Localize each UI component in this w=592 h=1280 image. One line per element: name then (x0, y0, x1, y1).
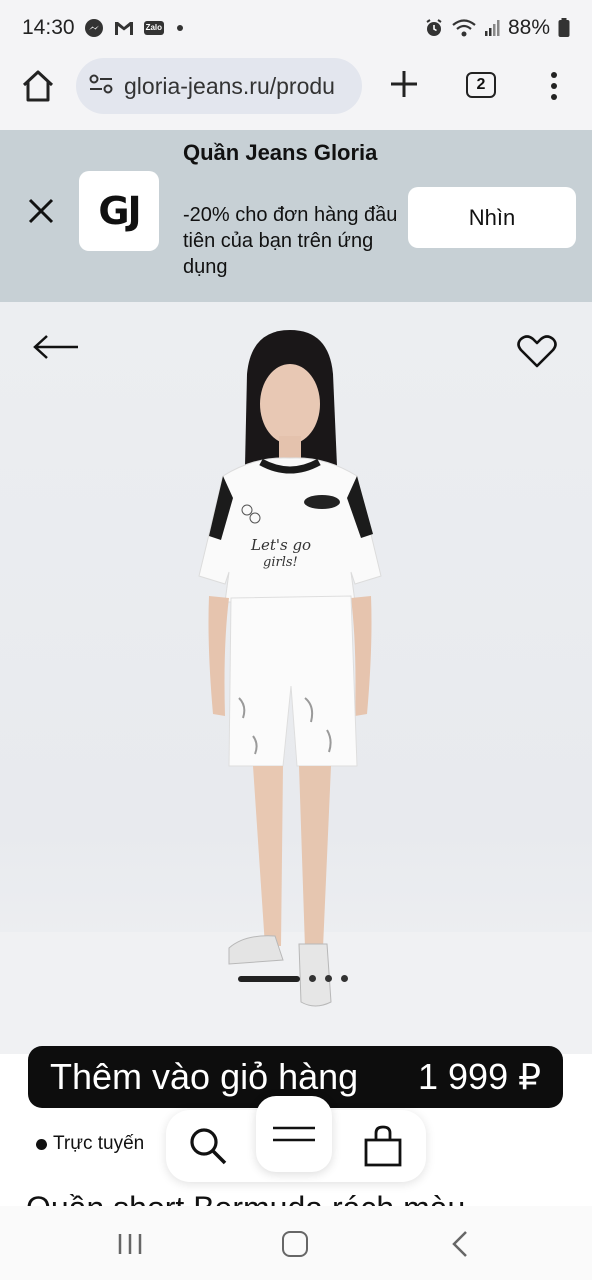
image-pager[interactable] (238, 975, 348, 982)
messenger-icon (84, 18, 104, 38)
bag-icon[interactable] (362, 1124, 404, 1168)
recent-apps-icon[interactable] (116, 1232, 144, 1256)
pager-dot-active[interactable] (238, 975, 300, 982)
menu-icon[interactable] (256, 1096, 332, 1172)
app-install-banner: GJ Quần Jeans Gloria -20% cho đơn hàng đ… (0, 130, 592, 302)
banner-description: -20% cho đơn hàng đầu tiên của bạn trên … (183, 204, 398, 278)
plus-icon[interactable] (386, 66, 422, 102)
system-home-icon[interactable] (282, 1231, 308, 1257)
model-photo: Let's go girls! (198, 330, 382, 1007)
status-right: 88% (424, 16, 570, 40)
banner-title: Quần Jeans Gloria (183, 140, 378, 165)
svg-text:Let's go: Let's go (250, 536, 311, 554)
close-icon[interactable] (24, 194, 58, 228)
more-vert-icon[interactable] (540, 68, 568, 104)
product-image-gallery[interactable]: Let's go girls! (0, 302, 592, 1054)
app-logo: GJ (79, 171, 159, 251)
status-bar: 14:30 Zalo 88% (0, 0, 592, 56)
arrow-left-icon[interactable] (32, 332, 80, 362)
zalo-icon: Zalo (143, 21, 165, 35)
product-price: 1 999 ₽ (418, 1056, 541, 1097)
add-to-cart-label: Thêm vào giỏ hàng (50, 1056, 359, 1097)
status-time: 14:30 (22, 16, 75, 39)
address-bar[interactable]: gloria-jeans.ru/produ (76, 58, 362, 114)
pager-dot[interactable] (309, 975, 316, 982)
open-app-button[interactable]: Nhìn (408, 187, 576, 248)
status-left: 14:30 Zalo (22, 16, 184, 40)
browser-toolbar: gloria-jeans.ru/produ 2 (0, 56, 592, 130)
url-text[interactable]: gloria-jeans.ru/produ (124, 73, 335, 100)
availability-status: Trực tuyến (36, 1133, 144, 1155)
signal-icon (484, 19, 500, 37)
battery-icon (558, 18, 570, 38)
search-icon[interactable] (186, 1124, 230, 1168)
tabs-button[interactable]: 2 (466, 72, 496, 98)
pager-dot[interactable] (325, 975, 332, 982)
floating-navigation (166, 1096, 426, 1182)
alarm-icon (424, 18, 444, 38)
more-notifications-dot (177, 25, 184, 31)
svg-text:girls!: girls! (263, 555, 298, 570)
system-back-icon[interactable] (450, 1230, 472, 1258)
pager-dot[interactable] (341, 975, 348, 982)
battery-level: 88% (507, 16, 550, 39)
heart-icon[interactable] (516, 334, 558, 370)
wifi-icon (452, 18, 476, 38)
availability-label: Trực tuyến (53, 1133, 145, 1154)
home-icon[interactable] (20, 68, 56, 104)
status-dot-icon (36, 1138, 47, 1150)
system-navigation-bar (0, 1206, 592, 1280)
gmail-icon (113, 19, 135, 37)
tune-icon[interactable] (88, 72, 114, 101)
